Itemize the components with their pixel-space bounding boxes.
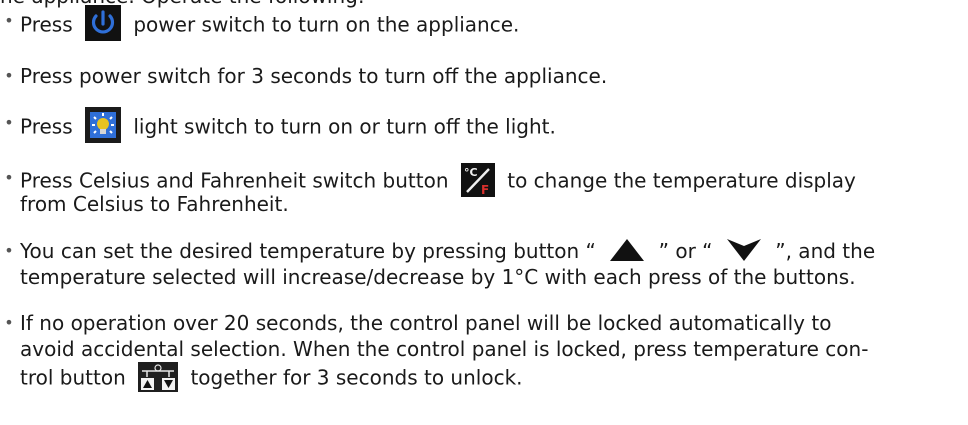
bullet: • bbox=[4, 113, 14, 132]
bullet: • bbox=[4, 241, 14, 260]
bullet: • bbox=[4, 313, 14, 332]
up-arrow-icon bbox=[610, 238, 645, 261]
bullet: • bbox=[4, 11, 14, 30]
power-icon bbox=[85, 5, 121, 41]
down-arrow-icon bbox=[726, 238, 761, 261]
top-text: he appliance. Operate the following: bbox=[0, 0, 365, 8]
bullet: • bbox=[4, 66, 14, 85]
document-page: he appliance. Operate the following: • P… bbox=[0, 0, 968, 425]
lock-buttons-icon bbox=[138, 362, 179, 392]
svg-text:°C: °C bbox=[464, 166, 478, 179]
bullet: • bbox=[4, 168, 14, 187]
light-bulb-icon bbox=[85, 107, 121, 143]
